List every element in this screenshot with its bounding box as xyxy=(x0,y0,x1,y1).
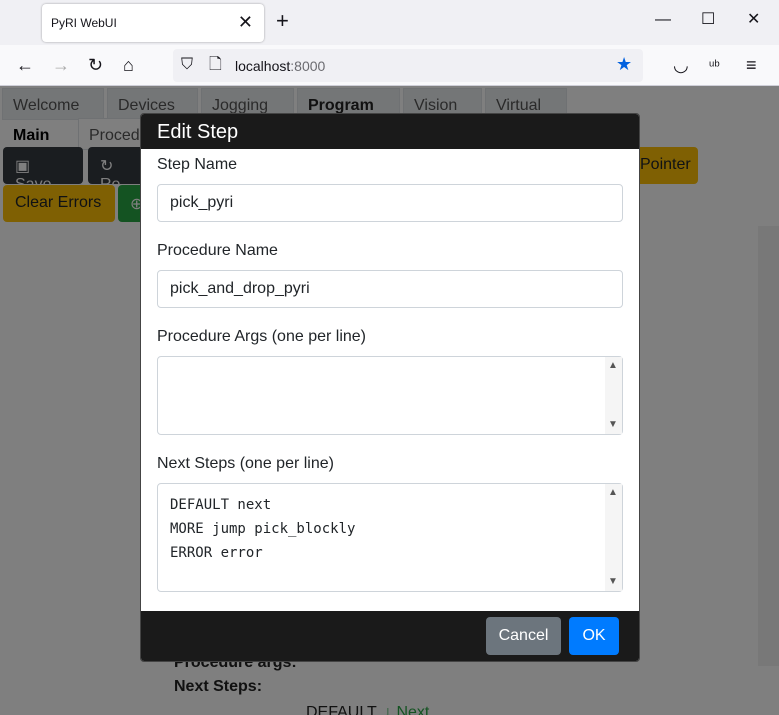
scroll-up-icon[interactable]: ▲ xyxy=(608,361,618,371)
url-bar[interactable]: ⛉ 🗋 localhost:8000 ★ xyxy=(173,49,643,82)
tab-close-icon[interactable]: ✕ xyxy=(238,13,253,31)
page-info-icon[interactable]: 🗋 xyxy=(209,55,222,75)
step-name-input[interactable]: pick_pyri xyxy=(157,184,623,222)
browser-tab[interactable]: PyRI WebUI ✕ xyxy=(42,4,264,42)
ublock-icon[interactable]: ᵘᵇ xyxy=(709,55,720,75)
close-window-icon[interactable]: ✕ xyxy=(747,10,760,30)
next-steps-scrollbar[interactable]: ▲ ▼ xyxy=(605,484,622,591)
procedure-args-textarea[interactable]: ▲ ▼ xyxy=(157,356,623,435)
home-icon[interactable]: ⌂ xyxy=(123,55,134,75)
next-steps-textarea[interactable]: DEFAULT next MORE jump pick_blockly ERRO… xyxy=(157,483,623,592)
modal-title: Edit Step xyxy=(157,121,239,143)
new-tab-button[interactable]: + xyxy=(276,10,289,32)
procedure-name-input[interactable]: pick_and_drop_pyri xyxy=(157,270,623,308)
next-steps-line: ERROR error xyxy=(170,545,263,561)
procedure-args-label: Procedure Args (one per line) xyxy=(157,328,366,345)
tab-title: PyRI WebUI xyxy=(51,16,117,30)
minimize-icon[interactable]: — xyxy=(655,10,671,30)
shield-icon[interactable]: ⛉ xyxy=(181,55,193,75)
procedure-args-scrollbar[interactable]: ▲ ▼ xyxy=(605,357,622,434)
menu-icon[interactable]: ≡ xyxy=(746,55,757,75)
maximize-icon[interactable]: ☐ xyxy=(701,10,715,30)
browser-nav-bar: ← → ↻ ⌂ ⛉ 🗋 localhost:8000 ★ ◡ ᵘᵇ ≡ xyxy=(0,45,779,86)
scroll-down-icon[interactable]: ▼ xyxy=(608,577,618,587)
browser-tab-bar: PyRI WebUI ✕ + — ☐ ✕ xyxy=(0,0,779,45)
next-steps-lines: DEFAULT next MORE jump pick_blockly ERRO… xyxy=(170,493,355,565)
url-host: localhost xyxy=(235,58,291,74)
step-name-label: Step Name xyxy=(157,156,238,173)
next-steps-line: MORE jump pick_blockly xyxy=(170,521,356,537)
scroll-down-icon[interactable]: ▼ xyxy=(608,420,618,430)
edit-step-dialog: Edit Step Step Name pick_pyri Procedure … xyxy=(140,113,640,662)
modal-header: Edit Step xyxy=(141,114,639,149)
modal-footer: Cancel OK xyxy=(141,611,639,661)
next-steps-line: DEFAULT next xyxy=(170,497,272,513)
next-steps-label: Next Steps (one per line) xyxy=(157,455,334,472)
pocket-icon[interactable]: ◡ xyxy=(673,55,689,75)
ok-button[interactable]: OK xyxy=(569,617,619,655)
cancel-button[interactable]: Cancel xyxy=(486,617,561,655)
url-port: :8000 xyxy=(290,58,326,74)
back-icon[interactable]: ← xyxy=(16,55,34,75)
url-text[interactable]: localhost:8000 xyxy=(235,58,325,74)
bookmark-star-icon[interactable]: ★ xyxy=(616,54,632,74)
scroll-up-icon[interactable]: ▲ xyxy=(608,488,618,498)
procedure-name-label: Procedure Name xyxy=(157,242,278,259)
forward-icon[interactable]: → xyxy=(52,55,70,75)
reload-icon[interactable]: ↻ xyxy=(88,55,103,75)
